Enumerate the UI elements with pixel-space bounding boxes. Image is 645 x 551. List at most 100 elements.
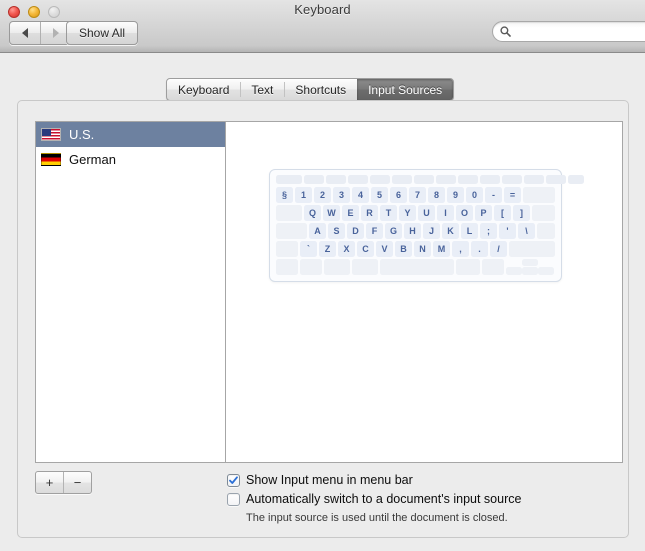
checkmark-icon [229,476,238,484]
key-5: 5 [371,187,388,203]
triangle-right-icon [53,28,59,38]
input-sources-splitview: U.S. German § 1 2 3 4 5 6 7 8 9 0 - = Q … [35,121,623,463]
show-all-button[interactable]: Show All [66,21,139,45]
triangle-left-icon [22,28,28,38]
key-comma: , [452,241,469,257]
search-field[interactable] [492,21,645,42]
key-h: H [404,223,421,239]
key-0: 0 [466,187,483,203]
key-grave: ` [300,241,317,257]
tab-keyboard[interactable]: Keyboard [167,79,240,100]
key-d: D [347,223,364,239]
key-j: J [423,223,440,239]
key-arrow-right-blank [538,267,554,275]
list-item-us[interactable]: U.S. [36,122,225,147]
key-arrow-down-blank [522,267,538,275]
show-input-menu-row[interactable]: Show Input menu in menu bar [227,473,627,488]
key-equal: = [504,187,521,203]
input-source-options: Show Input menu in menu bar Automaticall… [227,473,627,525]
key-bracket-right: ] [513,205,530,221]
key-period: . [471,241,488,257]
tab-input-sources[interactable]: Input Sources [357,79,454,100]
keyboard-row-modifiers [276,259,555,275]
key-q: Q [304,205,321,221]
auto-switch-checkbox[interactable] [227,493,240,506]
key-p: P [475,205,492,221]
key-c: C [357,241,374,257]
key-command-blank [352,259,378,275]
auto-switch-row[interactable]: Automatically switch to a document's inp… [227,492,627,507]
list-add-remove-buttons: + − [35,471,92,494]
key-quote: ' [499,223,516,239]
preference-tabs: Keyboard Text Shortcuts Input Sources [166,78,455,101]
show-input-menu-checkbox[interactable] [227,474,240,487]
key-f: F [366,223,383,239]
key-space-blank [380,259,454,275]
key-i: I [437,205,454,221]
key-4: 4 [352,187,369,203]
key-o: O [456,205,473,221]
search-icon [500,26,511,37]
key-shift-blank [276,241,298,257]
key-blank [414,175,434,184]
key-k: K [442,223,459,239]
key-l: L [461,223,478,239]
auto-switch-help-text: The input source is used until the docum… [246,512,508,524]
list-item-german[interactable]: German [36,147,225,172]
key-blank [392,175,412,184]
back-button[interactable] [10,22,40,44]
key-e: E [342,205,359,221]
key-b: B [395,241,412,257]
key-option-right-blank [482,259,504,275]
arrow-key-cluster [506,259,554,275]
key-n: N [414,241,431,257]
key-u: U [418,205,435,221]
key-minus: - [485,187,502,203]
key-8: 8 [428,187,445,203]
key-control-blank [300,259,322,275]
add-input-source-button[interactable]: + [36,472,63,493]
key-w: W [323,205,340,221]
key-blank [326,175,346,184]
key-tab-blank [276,205,302,221]
key-shift-right-blank [509,241,555,257]
key-t: T [380,205,397,221]
key-blank [348,175,368,184]
key-capslock-blank [276,223,307,239]
tab-shortcuts[interactable]: Shortcuts [284,79,357,100]
key-blank [480,175,500,184]
key-blank [370,175,390,184]
key-blank [537,223,555,239]
key-blank [276,175,302,184]
key-return-blank [532,205,555,221]
key-blank [568,175,584,184]
key-y: Y [399,205,416,221]
key-blank [436,175,456,184]
key-blank [304,175,324,184]
key-r: R [361,205,378,221]
key-bracket-left: [ [494,205,511,221]
key-3: 3 [333,187,350,203]
key-arrow-up-blank [522,259,538,266]
keyboard-row-asdf: A S D F G H J K L ; ' \ [276,223,555,239]
window-titlebar: Keyboard Show All [0,0,645,53]
list-item-label: German [69,152,116,167]
key-g: G [385,223,402,239]
key-section: § [276,187,293,203]
show-input-menu-label: Show Input menu in menu bar [246,473,413,487]
key-x: X [338,241,355,257]
list-item-label: U.S. [69,127,95,142]
key-arrow-left-blank [506,267,522,275]
key-blank [458,175,478,184]
key-z: Z [319,241,336,257]
input-source-list[interactable]: U.S. German [36,122,226,462]
remove-input-source-button[interactable]: − [63,472,91,493]
key-v: V [376,241,393,257]
key-fn-blank [276,259,298,275]
search-input[interactable] [515,25,645,38]
key-blank [546,175,566,184]
tab-text[interactable]: Text [240,79,284,100]
key-option-blank [324,259,350,275]
keyboard-preview-pane: § 1 2 3 4 5 6 7 8 9 0 - = Q W E R T Y U … [226,122,622,462]
system-preferences-window: Keyboard Show All Keyboard Text Shortcut… [0,0,645,551]
